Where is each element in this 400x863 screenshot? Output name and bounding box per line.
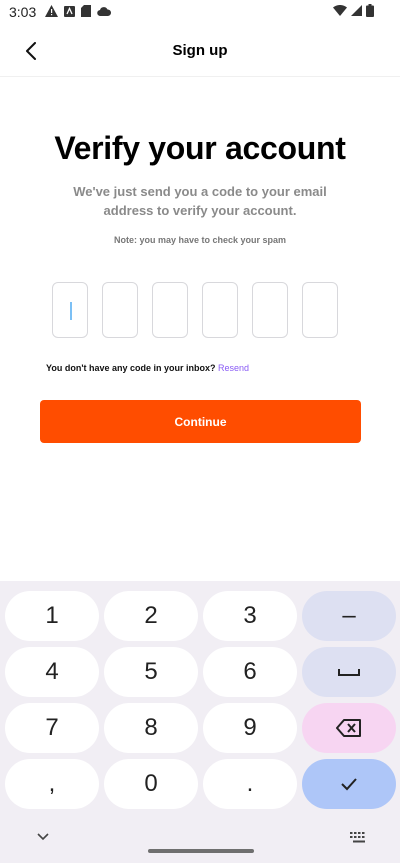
- warning-icon: [45, 5, 58, 17]
- hide-keyboard-button[interactable]: [36, 829, 50, 843]
- key-space[interactable]: [302, 647, 396, 697]
- numeric-keyboard: 1 2 3 – 4 5 6 7 8 9 , 0 .: [0, 581, 400, 863]
- key-8[interactable]: 8: [104, 703, 198, 753]
- key-comma[interactable]: ,: [5, 759, 99, 809]
- system-icons: [333, 4, 374, 17]
- code-digit-1[interactable]: [52, 282, 88, 338]
- battery-icon: [366, 4, 374, 17]
- app-header: Sign up: [0, 26, 400, 77]
- key-6[interactable]: 6: [203, 647, 297, 697]
- status-bar: 3:03: [0, 0, 400, 24]
- key-5[interactable]: 5: [104, 647, 198, 697]
- key-4[interactable]: 4: [5, 647, 99, 697]
- key-3[interactable]: 3: [203, 591, 297, 641]
- cloud-icon: [97, 7, 111, 16]
- checkmark-icon: [341, 778, 357, 791]
- continue-button[interactable]: Continue: [40, 400, 361, 443]
- chevron-down-icon: [37, 833, 49, 841]
- status-time: 3:03: [9, 4, 37, 20]
- keyboard-icon: [350, 832, 365, 843]
- code-digit-3[interactable]: [152, 282, 188, 338]
- key-period[interactable]: .: [203, 759, 297, 809]
- backspace-icon: [336, 719, 361, 737]
- verify-subtitle: We've just send you a code to your email…: [73, 184, 327, 218]
- key-7[interactable]: 7: [5, 703, 99, 753]
- key-0[interactable]: 0: [104, 759, 198, 809]
- resend-row: You don't have any code in your inbox? R…: [46, 363, 249, 373]
- code-digit-2[interactable]: [102, 282, 138, 338]
- resend-link[interactable]: Resend: [218, 363, 249, 373]
- verify-heading: Verify your account: [54, 130, 346, 166]
- space-icon: [338, 669, 360, 676]
- resend-prompt: You don't have any code in your inbox?: [46, 363, 216, 373]
- navigation-handle[interactable]: [148, 849, 254, 853]
- key-backspace[interactable]: [302, 703, 396, 753]
- spam-note: Note: you may have to check your spam: [113, 235, 287, 245]
- text-cursor: [70, 302, 72, 320]
- key-1[interactable]: 1: [5, 591, 99, 641]
- code-digit-6[interactable]: [302, 282, 338, 338]
- code-digit-5[interactable]: [252, 282, 288, 338]
- key-minus[interactable]: –: [302, 591, 396, 641]
- key-enter[interactable]: [302, 759, 396, 809]
- notification-icons: [45, 5, 111, 17]
- key-2[interactable]: 2: [104, 591, 198, 641]
- key-9[interactable]: 9: [203, 703, 297, 753]
- page-title: Sign up: [172, 42, 228, 59]
- code-input-row: [52, 282, 338, 338]
- switch-keyboard-button[interactable]: [350, 831, 368, 843]
- keyboard-bottom-bar: [0, 823, 400, 863]
- text-box-icon: [64, 5, 75, 17]
- wifi-icon: [333, 5, 347, 16]
- sd-card-icon: [81, 5, 91, 17]
- signal-icon: [351, 5, 362, 16]
- code-digit-4[interactable]: [202, 282, 238, 338]
